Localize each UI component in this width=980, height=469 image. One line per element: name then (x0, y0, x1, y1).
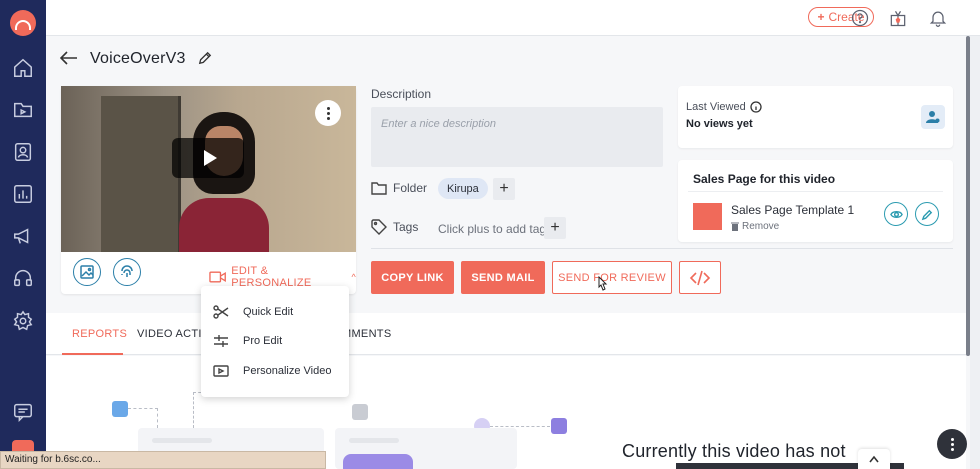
location-pin-icon (551, 418, 567, 434)
play-icon (203, 150, 217, 166)
chat-icon[interactable] (12, 401, 34, 423)
video-title: VoiceOverV3 (90, 50, 186, 67)
menu-item-label: Quick Edit (243, 306, 294, 318)
viewer-settings-button[interactable] (921, 105, 945, 129)
add-tag-button[interactable]: + (544, 217, 566, 239)
illustration-card (335, 428, 517, 469)
last-viewed-label-row: Last Viewed (686, 101, 762, 113)
sidebar (0, 0, 46, 469)
last-viewed-value: No views yet (686, 118, 753, 130)
video-more-options-button[interactable] (315, 100, 341, 126)
home-icon[interactable] (12, 57, 34, 79)
menu-item-label: Pro Edit (243, 335, 283, 347)
user-gear-icon (926, 111, 940, 123)
tab-video-actions[interactable]: VIDEO ACTIO (137, 328, 211, 340)
sales-page-title: Sales Page for this video (693, 172, 836, 186)
code-icon (689, 270, 711, 285)
mouse-cursor-icon (598, 276, 608, 291)
send-for-review-button[interactable]: SEND FOR REVIEW (552, 261, 672, 294)
tags-row: Tags (371, 219, 418, 235)
details-divider (371, 248, 953, 249)
analytics-icon[interactable] (12, 183, 34, 205)
sales-page-template-name[interactable]: Sales Page Template 1 (731, 203, 854, 217)
contacts-icon[interactable] (12, 141, 34, 163)
folder-icon[interactable] (12, 99, 34, 121)
remove-label: Remove (742, 221, 780, 232)
embed-code-button[interactable] (679, 261, 721, 294)
folder-label: Folder (393, 181, 428, 195)
preview-sales-page-button[interactable] (884, 202, 908, 226)
tab-comments[interactable]: MMENTS (342, 328, 391, 340)
notification-bell-icon[interactable] (928, 8, 948, 28)
menu-item-pro-edit[interactable]: Pro Edit (213, 334, 282, 348)
video-card: EDIT & PERSONALIZE ^ (61, 86, 356, 294)
description-input[interactable] (371, 107, 663, 167)
menu-item-personalize-video[interactable]: Personalize Video (213, 364, 331, 378)
menu-item-label: Personalize Video (243, 365, 332, 377)
help-icon[interactable] (850, 8, 870, 28)
back-arrow-icon[interactable] (59, 50, 78, 68)
vertical-scrollbar[interactable] (966, 36, 970, 356)
description-label: Description (371, 87, 432, 101)
eye-icon (889, 210, 903, 218)
plus-icon: + (550, 219, 560, 236)
clock-icon (352, 404, 368, 420)
thumbnail-image-button[interactable] (73, 258, 101, 286)
empty-state-message: Currently this video has not (622, 441, 846, 461)
trash-icon (731, 222, 739, 231)
info-icon[interactable] (750, 101, 762, 113)
folder-outline-icon (371, 182, 387, 195)
pencil-icon (921, 209, 932, 220)
settings-icon[interactable] (12, 310, 34, 332)
rewards-icon[interactable] (888, 8, 908, 28)
edit-sales-page-button[interactable] (915, 202, 939, 226)
tags-label: Tags (393, 220, 419, 234)
title-row: VoiceOverV3 (59, 48, 212, 70)
chart-icon (112, 401, 128, 417)
video-tabs-bar: REPORTS VIDEO ACTIO MMENTS (46, 313, 966, 355)
browser-status-bar: Waiting for b.6sc.co... (0, 451, 326, 469)
last-viewed-card: Last Viewed No views yet (678, 86, 953, 148)
add-folder-button[interactable]: + (493, 178, 515, 200)
fingerprint-button[interactable] (113, 258, 141, 286)
plus-icon: + (499, 180, 509, 197)
top-bar: + Create (46, 0, 980, 36)
active-tab-indicator (62, 353, 123, 355)
remove-sales-page-link[interactable]: Remove (731, 221, 779, 232)
tags-hint: Click plus to add tags (438, 222, 553, 236)
sales-page-thumbnail[interactable] (693, 203, 722, 230)
tab-reports[interactable]: REPORTS (72, 328, 127, 340)
play-button[interactable] (172, 138, 244, 178)
personalize-video-icon (213, 365, 229, 377)
edit-dropdown-menu: Quick Edit Pro Edit Personalize Video (201, 286, 349, 397)
send-mail-button[interactable]: SEND MAIL (461, 261, 545, 294)
video-camera-icon (209, 271, 226, 283)
sales-page-card: Sales Page for this video Sales Page Tem… (678, 160, 953, 242)
edit-title-pencil-icon[interactable] (198, 51, 212, 68)
copy-link-button[interactable]: COPY LINK (371, 261, 454, 294)
plus-icon: + (817, 10, 825, 24)
sliders-icon (214, 335, 228, 347)
headset-icon[interactable] (12, 267, 34, 289)
chevron-up-icon: ^ (351, 272, 356, 282)
video-thumbnail[interactable] (61, 86, 356, 252)
tag-icon (371, 219, 387, 235)
scissors-icon (213, 305, 229, 319)
floating-menu-button[interactable] (937, 429, 967, 459)
last-viewed-label: Last Viewed (686, 101, 746, 113)
app-logo[interactable] (10, 10, 36, 36)
collapse-panel-button[interactable] (858, 449, 890, 469)
megaphone-icon[interactable] (12, 225, 34, 247)
folder-row: Folder (371, 180, 427, 196)
menu-item-quick-edit[interactable]: Quick Edit (213, 305, 293, 319)
folder-chip[interactable]: Kirupa (438, 178, 488, 199)
chevron-up-icon (869, 455, 879, 463)
